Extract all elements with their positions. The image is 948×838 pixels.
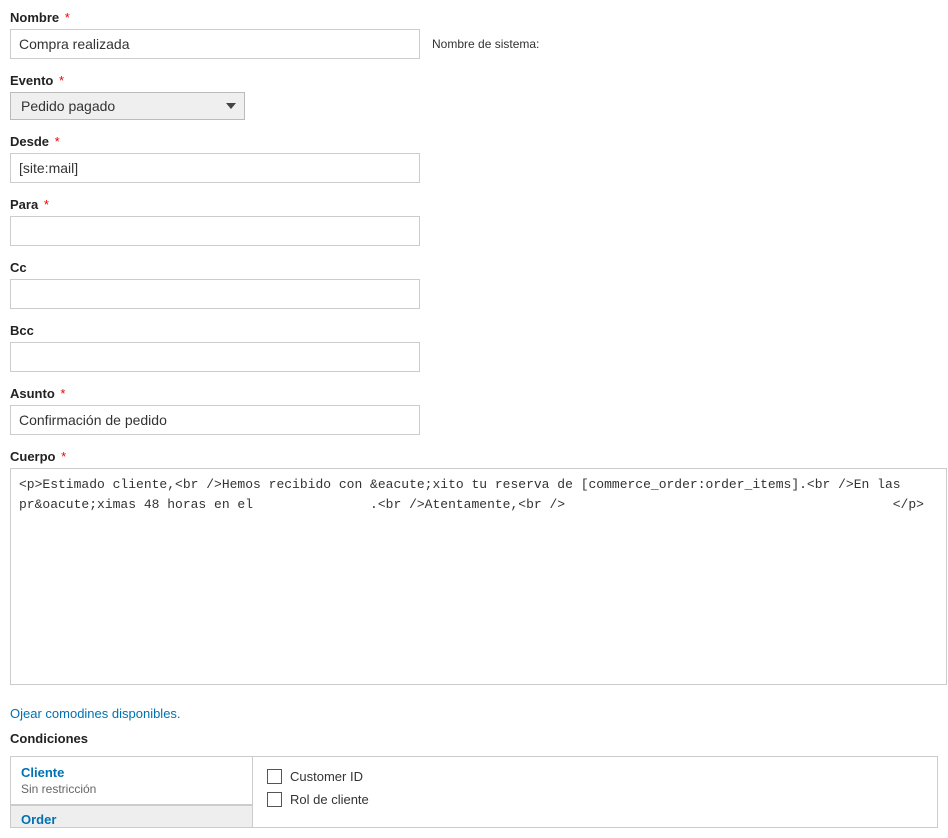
cuerpo-field: Cuerpo * <box>10 449 938 688</box>
condiciones-vertical-tabs: Cliente Sin restricción Order <box>11 757 253 827</box>
cc-field: Cc <box>10 260 938 309</box>
nombre-label: Nombre <box>10 10 59 25</box>
para-field: Para * <box>10 197 938 246</box>
chevron-down-icon <box>226 103 236 109</box>
evento-select[interactable]: Pedido pagado <box>10 92 245 120</box>
tokens-link[interactable]: Ojear comodines disponibles. <box>10 706 181 721</box>
customer-id-label: Customer ID <box>290 769 363 784</box>
bcc-field: Bcc <box>10 323 938 372</box>
evento-field: Evento * Pedido pagado <box>10 73 938 120</box>
required-marker: * <box>44 197 49 212</box>
cc-input[interactable] <box>10 279 420 309</box>
tab-cliente-sub: Sin restricción <box>21 782 242 796</box>
condiciones-content: Customer ID Rol de cliente <box>253 757 937 827</box>
desde-input[interactable] <box>10 153 420 183</box>
condiciones-heading: Condiciones <box>10 731 88 746</box>
evento-label: Evento <box>10 73 53 88</box>
para-input[interactable] <box>10 216 420 246</box>
cc-label: Cc <box>10 260 27 275</box>
tab-cliente[interactable]: Cliente Sin restricción <box>11 757 252 805</box>
evento-selected-value: Pedido pagado <box>21 98 115 114</box>
condiciones-box: Cliente Sin restricción Order Customer I… <box>10 756 938 828</box>
system-name-label: Nombre de sistema: <box>432 37 539 51</box>
tab-order[interactable]: Order <box>11 805 252 827</box>
nombre-field: Nombre * Nombre de sistema: <box>10 10 938 59</box>
condiciones-section: Condiciones Cliente Sin restricción Orde… <box>10 731 938 828</box>
rol-cliente-checkbox[interactable] <box>267 792 282 807</box>
tab-order-title: Order <box>21 812 242 827</box>
tab-cliente-title: Cliente <box>21 765 242 780</box>
desde-label: Desde <box>10 134 49 149</box>
cuerpo-textarea[interactable] <box>10 468 947 685</box>
para-label: Para <box>10 197 38 212</box>
asunto-input[interactable] <box>10 405 420 435</box>
required-marker: * <box>59 73 64 88</box>
rol-cliente-row: Rol de cliente <box>267 792 923 807</box>
bcc-input[interactable] <box>10 342 420 372</box>
rol-cliente-label: Rol de cliente <box>290 792 369 807</box>
required-marker: * <box>61 449 66 464</box>
cuerpo-label: Cuerpo <box>10 449 56 464</box>
required-marker: * <box>60 386 65 401</box>
customer-id-checkbox[interactable] <box>267 769 282 784</box>
asunto-label: Asunto <box>10 386 55 401</box>
desde-field: Desde * <box>10 134 938 183</box>
bcc-label: Bcc <box>10 323 34 338</box>
required-marker: * <box>55 134 60 149</box>
asunto-field: Asunto * <box>10 386 938 435</box>
required-marker: * <box>65 10 70 25</box>
nombre-input[interactable] <box>10 29 420 59</box>
customer-id-row: Customer ID <box>267 769 923 784</box>
